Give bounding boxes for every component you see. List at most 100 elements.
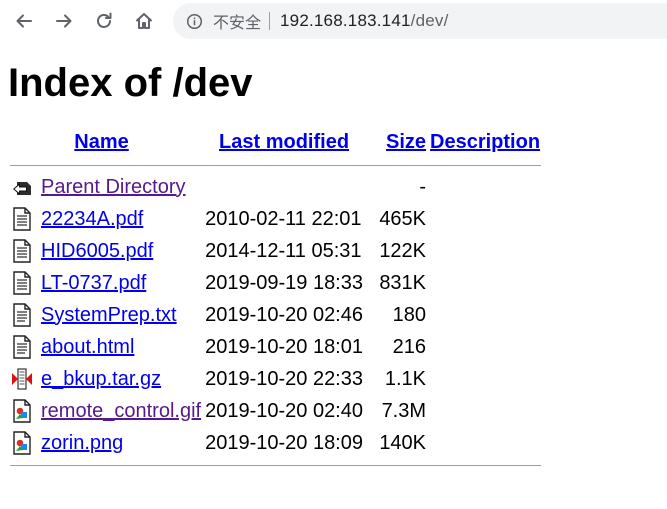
security-status-label[interactable]: 不安全	[213, 9, 261, 33]
forward-button[interactable]	[53, 10, 75, 32]
file-name-cell: zorin.png	[40, 428, 202, 458]
sort-by-description-link[interactable]: Description	[430, 131, 540, 153]
arrow-right-icon	[56, 14, 72, 28]
file-link[interactable]: zorin.png	[41, 432, 123, 454]
arrow-left-icon	[16, 14, 32, 28]
file-name-cell: 22234A.pdf	[40, 204, 202, 234]
parent-icon-cell	[10, 172, 38, 202]
file-description-cell	[429, 332, 541, 362]
file-description-cell	[429, 268, 541, 298]
parent-directory-link[interactable]: Parent Directory	[41, 176, 186, 198]
header-last-modified: Last modified	[204, 126, 364, 158]
text-file-icon	[11, 335, 33, 359]
file-size-cell: 7.3M	[381, 399, 427, 422]
table-row: zorin.png 2019-10-20 18:09 140K	[10, 428, 541, 458]
url-host: 192.168.183.141	[280, 11, 411, 30]
table-row: about.html 2019-10-20 18:01 216	[10, 332, 541, 362]
file-modified-cell: 2010-02-11 22:01	[205, 207, 362, 230]
page-content: Index of /dev Name Last modified Size De…	[0, 59, 667, 472]
header-name: Name	[40, 126, 202, 158]
file-icon-cell	[10, 268, 38, 298]
file-link[interactable]: remote_control.gif	[41, 400, 201, 422]
file-icon-cell	[10, 300, 38, 330]
file-name-cell: SystemPrep.txt	[40, 300, 202, 330]
info-circle-icon[interactable]	[185, 12, 203, 30]
header-row: Name Last modified Size Description	[10, 126, 541, 158]
file-size-cell: 180	[392, 303, 427, 326]
url-text[interactable]: 192.168.183.141/dev/	[280, 11, 448, 31]
sort-by-size-link[interactable]: Size	[386, 131, 426, 153]
file-description-cell	[429, 204, 541, 234]
file-modified-cell: 2019-10-20 22:33	[205, 367, 363, 390]
table-row: 22234A.pdf 2010-02-11 22:01 465K	[10, 204, 541, 234]
parent-name-cell: Parent Directory	[40, 172, 202, 202]
file-icon-cell	[10, 364, 38, 394]
file-modified-cell: 2019-10-20 02:46	[205, 303, 363, 326]
file-link[interactable]: about.html	[41, 336, 134, 358]
file-link[interactable]: 22234A.pdf	[41, 208, 143, 230]
parent-description-cell	[429, 172, 541, 202]
home-icon	[136, 13, 152, 29]
file-description-cell	[429, 300, 541, 330]
address-separator	[269, 12, 271, 30]
image-file-icon	[11, 399, 33, 423]
directory-listing: Name Last modified Size Description Pare…	[8, 124, 543, 472]
file-size-cell: 216	[392, 335, 427, 358]
file-icon-cell	[10, 204, 38, 234]
file-icon	[11, 207, 33, 231]
back-button[interactable]	[13, 10, 35, 32]
table-row: remote_control.gif 2019-10-20 02:40 7.3M	[10, 396, 541, 426]
header-icon-cell	[10, 126, 38, 158]
sort-by-name-link[interactable]: Name	[74, 131, 128, 153]
file-name-cell: HID6005.pdf	[40, 236, 202, 266]
file-modified-cell: 2019-10-20 18:01	[205, 335, 363, 358]
file-name-cell: about.html	[40, 332, 202, 362]
parent-modified-cell	[204, 172, 364, 202]
file-size-cell: 831K	[379, 271, 427, 294]
text-file-icon	[11, 303, 33, 327]
file-description-cell	[429, 364, 541, 394]
file-size-cell: 1.1K	[384, 367, 427, 390]
table-row: SystemPrep.txt 2019-10-20 02:46 180	[10, 300, 541, 330]
header-description: Description	[429, 126, 541, 158]
file-icon	[11, 271, 33, 295]
home-button[interactable]	[133, 10, 155, 32]
file-size-cell: 122K	[379, 239, 427, 262]
file-link[interactable]: LT-0737.pdf	[41, 272, 146, 294]
url-path: /dev/	[410, 11, 449, 30]
archive-icon	[11, 367, 33, 391]
file-link[interactable]: e_bkup.tar.gz	[41, 368, 161, 390]
image-file-icon	[11, 431, 33, 455]
table-row: e_bkup.tar.gz 2019-10-20 22:33 1.1K	[10, 364, 541, 394]
file-name-cell: e_bkup.tar.gz	[40, 364, 202, 394]
reload-icon	[97, 12, 112, 28]
file-icon-cell	[10, 396, 38, 426]
reload-button[interactable]	[93, 10, 115, 32]
file-description-cell	[429, 428, 541, 458]
table-row: LT-0737.pdf 2019-09-19 18:33 831K	[10, 268, 541, 298]
file-name-cell: LT-0737.pdf	[40, 268, 202, 298]
file-icon-cell	[10, 236, 38, 266]
address-bar[interactable]: 不安全 192.168.183.141/dev/	[173, 3, 667, 39]
file-link[interactable]: SystemPrep.txt	[41, 304, 177, 326]
file-modified-cell: 2019-09-19 18:33	[205, 271, 363, 294]
browser-toolbar: 不安全 192.168.183.141/dev/	[0, 0, 667, 42]
table-row: HID6005.pdf 2014-12-11 05:31 122K	[10, 236, 541, 266]
parent-size-cell: -	[419, 175, 427, 198]
header-divider	[10, 160, 542, 170]
file-link[interactable]: HID6005.pdf	[41, 240, 153, 262]
footer-divider	[10, 460, 542, 470]
file-icon-cell	[10, 428, 38, 458]
back-folder-icon	[11, 175, 33, 199]
file-description-cell	[429, 236, 541, 266]
file-size-cell: 465K	[379, 207, 427, 230]
header-size: Size	[366, 126, 427, 158]
file-description-cell	[429, 396, 541, 426]
file-modified-cell: 2019-10-20 02:40	[205, 399, 363, 422]
page-title: Index of /dev	[8, 61, 253, 105]
file-modified-cell: 2014-12-11 05:31	[205, 239, 362, 262]
file-icon	[11, 239, 33, 263]
file-name-cell: remote_control.gif	[40, 396, 202, 426]
sort-by-last-modified-link[interactable]: Last modified	[219, 131, 349, 153]
file-modified-cell: 2019-10-20 18:09	[205, 431, 363, 454]
